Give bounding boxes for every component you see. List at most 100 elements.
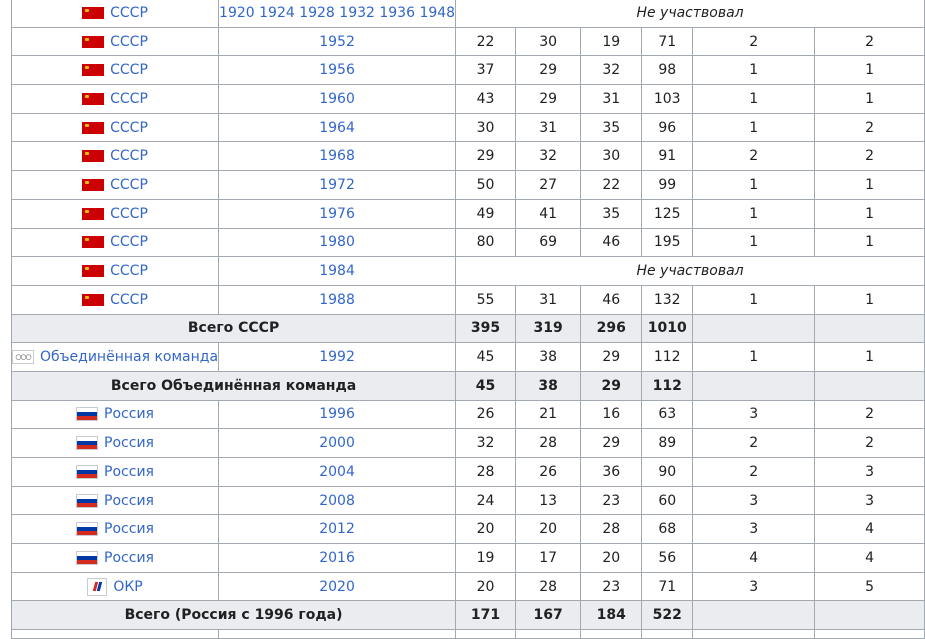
total-value: 45	[455, 370, 516, 401]
medal-value: 2	[814, 399, 925, 430]
team-link[interactable]: Россия	[104, 435, 154, 451]
games-year-link[interactable]: 2020	[218, 571, 457, 602]
medal-value: 71	[641, 26, 694, 57]
medal-value: 1	[692, 112, 816, 143]
rus-flag-icon	[76, 464, 99, 479]
medal-value: 28	[580, 514, 643, 545]
games-year-link[interactable]: 1988	[218, 284, 457, 315]
medal-value: 19	[580, 26, 643, 57]
total-value: 171	[455, 600, 516, 631]
total-value: 1010	[641, 313, 694, 344]
medal-value: 29	[580, 342, 643, 372]
medal-value: 30	[455, 112, 516, 143]
games-year-link[interactable]: 1964	[218, 112, 457, 143]
medal-value: 1	[692, 342, 816, 372]
games-year-link[interactable]: 2008	[218, 485, 457, 516]
team-link[interactable]: СССР	[110, 5, 148, 21]
table-row: СССР 1952 22 30 19 71 2 2	[10, 26, 925, 57]
team-link[interactable]: СССР	[110, 91, 148, 107]
medal-value: 1	[814, 84, 925, 114]
games-year-link[interactable]: 2000	[218, 428, 457, 458]
ussr-flag-icon	[82, 265, 105, 278]
medal-value: 30	[580, 141, 643, 172]
medal-value: 89	[641, 428, 694, 458]
medal-value: 29	[514, 55, 582, 86]
team-cell: СССР	[10, 284, 220, 315]
team-cell: СССР	[10, 141, 220, 172]
medal-value: 2	[814, 428, 925, 458]
games-year-link[interactable]: 2016	[218, 543, 457, 573]
medal-value: 28	[514, 428, 582, 458]
games-year-link[interactable]: 1960	[218, 84, 457, 114]
team-link[interactable]: СССР	[110, 120, 148, 136]
medal-value: 5	[814, 571, 925, 602]
table-row: СССР 1968 29 32 30 91 2 2	[10, 141, 925, 172]
medal-value: 1	[814, 342, 925, 372]
total-value: 167	[514, 600, 582, 631]
table-row: СССР 1964 30 31 35 96 1 2	[10, 112, 925, 143]
ussr-flag-icon	[82, 293, 105, 306]
empty-cell	[455, 629, 516, 639]
team-cell: СССР	[10, 0, 220, 28]
games-year-link[interactable]: 1992	[218, 342, 457, 372]
team-link[interactable]: СССР	[110, 292, 148, 308]
team-link[interactable]: СССР	[110, 34, 148, 50]
games-years-links[interactable]: 1920 1924 1928 1932 1936 1948	[218, 0, 457, 28]
games-year-link[interactable]: 2004	[218, 457, 457, 487]
games-years-links[interactable]: 1984	[218, 256, 457, 286]
team-link[interactable]: Россия	[104, 464, 154, 480]
team-cell: СССР	[10, 84, 220, 114]
total-value: 522	[641, 600, 694, 631]
team-link[interactable]: СССР	[110, 263, 148, 279]
team-cell: СССР	[10, 170, 220, 200]
medal-value: 4	[814, 514, 925, 545]
total-row: Всего Объединённая команда 45 38 29 112	[10, 370, 925, 401]
team-link[interactable]: Объединённая команда	[40, 349, 218, 365]
team-link[interactable]: ОКР	[113, 579, 142, 595]
team-cell: СССР	[10, 198, 220, 229]
team-link[interactable]: СССР	[110, 206, 148, 222]
team-link[interactable]: СССР	[110, 62, 148, 78]
team-link[interactable]: Россия	[104, 493, 154, 509]
games-year-link[interactable]: 1980	[218, 227, 457, 258]
games-year-link[interactable]: 1968	[218, 141, 457, 172]
empty-cell	[218, 629, 457, 639]
team-link[interactable]: Россия	[104, 521, 154, 537]
table-row: СССР 1976 49 41 35 125 1 1	[10, 198, 925, 229]
medal-value: 20	[455, 514, 516, 545]
medal-value: 3	[814, 457, 925, 487]
medal-value: 20	[455, 571, 516, 602]
medal-value: 29	[514, 84, 582, 114]
team-link[interactable]: СССР	[110, 177, 148, 193]
games-year-link[interactable]: 1956	[218, 55, 457, 86]
medal-value: 26	[455, 399, 516, 430]
games-year-link[interactable]: 1976	[218, 198, 457, 229]
games-year-link[interactable]: 1996	[218, 399, 457, 430]
ussr-flag-icon	[82, 236, 105, 249]
team-link[interactable]: Россия	[104, 406, 154, 422]
team-link[interactable]: Россия	[104, 550, 154, 566]
games-year-link[interactable]: 1952	[218, 26, 457, 57]
medal-value: 16	[580, 399, 643, 430]
team-cell: СССР	[10, 112, 220, 143]
medal-value: 2	[814, 26, 925, 57]
total-value: 112	[641, 370, 694, 401]
games-year-link[interactable]: 1972	[218, 170, 457, 200]
medal-value: 2	[814, 112, 925, 143]
medal-value: 103	[641, 84, 694, 114]
medal-value: 23	[580, 485, 643, 516]
table-row: ○○○ Объединённая команда 1992 45 38 29 112 1 1	[10, 342, 925, 372]
medal-value: 38	[514, 342, 582, 372]
empty-cell	[814, 600, 925, 631]
empty-cell	[692, 370, 816, 401]
medal-value: 32	[455, 428, 516, 458]
medal-value: 1	[814, 284, 925, 315]
table-row: СССР 1920 1924 1928 1932 1936 1948 Не учас…	[10, 0, 925, 28]
team-cell: Россия	[10, 457, 220, 487]
games-year-link[interactable]: 2012	[218, 514, 457, 545]
medal-value: 112	[641, 342, 694, 372]
empty-cell	[814, 313, 925, 344]
team-link[interactable]: СССР	[110, 234, 148, 250]
team-link[interactable]: СССР	[110, 148, 148, 164]
medal-value: 98	[641, 55, 694, 86]
